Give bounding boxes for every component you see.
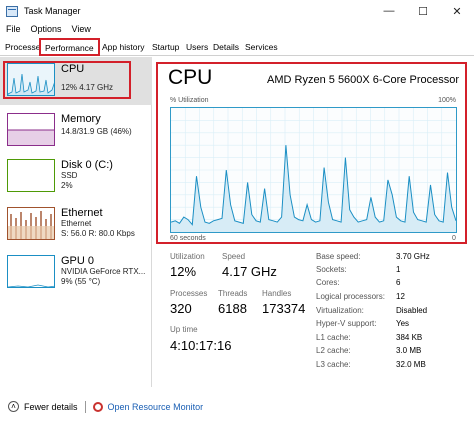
processes-label: Processes [170, 289, 208, 298]
resource-detail: 14.8/31.9 GB (46%) [61, 127, 132, 136]
resource-item-ethernet[interactable]: Ethernet Ethernet S: 56.0 R: 80.0 Kbps [0, 201, 152, 249]
maximize-button[interactable]: ☐ [406, 0, 440, 22]
resource-item-disk[interactable]: Disk 0 (C:) SSD 2% [0, 153, 152, 201]
tab-services[interactable]: Services [243, 40, 280, 54]
spec-label: Base speed: [316, 252, 361, 261]
menu-view[interactable]: View [72, 24, 91, 34]
cpu-model-name: AMD Ryzen 5 5600X 6-Core Processor [267, 74, 459, 86]
spec-value: 1 [396, 265, 401, 274]
spec-value: 6 [396, 278, 401, 287]
chevron-up-icon[interactable]: ˄ [8, 401, 19, 412]
handles-label: Handles [262, 289, 292, 298]
spec-label: Logical processors: [316, 292, 385, 301]
resource-detail-2: 9% (55 °C) [61, 277, 101, 286]
spec-label: Virtualization: [316, 306, 364, 315]
resource-item-gpu[interactable]: GPU 0 NVIDIA GeForce RTX... 9% (55 °C) [0, 249, 152, 297]
y-axis-max-label: 100% [438, 97, 456, 104]
tab-bar: Processe Performance App history Startup… [0, 38, 474, 56]
minimize-button[interactable]: — [372, 0, 406, 22]
footer-divider [84, 400, 86, 413]
speed-label: Speed [222, 252, 246, 261]
disk-thumbnail-graph [7, 159, 55, 192]
uptime-label: Up time [170, 325, 198, 334]
utilization-value: 12% [170, 264, 197, 279]
speed-value: 4.17 GHz [222, 264, 277, 279]
resource-detail-2: 2% [61, 181, 73, 190]
spec-label: Hyper-V support: [316, 319, 377, 328]
spec-value: Yes [396, 319, 410, 328]
memory-thumbnail-graph [7, 113, 55, 146]
resource-name: CPU [61, 63, 85, 75]
ethernet-thumbnail-graph [7, 207, 55, 240]
handles-value: 173374 [262, 301, 306, 316]
close-button[interactable]: ✕ [440, 0, 474, 22]
threads-value: 6188 [218, 301, 247, 316]
menu-options[interactable]: Options [31, 24, 62, 34]
spec-value: 32.0 MB [396, 360, 426, 369]
x-axis-left-label: 60 seconds [170, 235, 206, 242]
gpu-thumbnail-graph [7, 255, 55, 288]
cpu-thumbnail-graph [7, 63, 55, 96]
resource-detail-2: S: 56.0 R: 80.0 Kbps [61, 229, 135, 238]
x-axis-right-label: 0 [452, 235, 456, 242]
utilization-label: Utilization [170, 252, 205, 261]
resource-detail: Ethernet [61, 219, 92, 228]
resource-item-cpu[interactable]: CPU 12% 4.17 GHz [0, 57, 152, 105]
spec-value: 384 KB [396, 333, 423, 342]
y-axis-label: % Utilization [170, 97, 209, 104]
processes-value: 320 [170, 301, 192, 316]
spec-label: L3 cache: [316, 360, 351, 369]
spec-value: 3.70 GHz [396, 252, 430, 261]
spec-label: L2 cache: [316, 346, 351, 355]
spec-label: Cores: [316, 278, 340, 287]
resource-detail: SSD [61, 171, 78, 180]
resource-name: GPU 0 [61, 255, 95, 267]
tab-performance[interactable]: Performance [39, 38, 100, 56]
tab-users[interactable]: Users [184, 40, 210, 54]
fewer-details-link[interactable]: Fewer details [24, 402, 78, 412]
uptime-value: 4:10:17:16 [170, 338, 232, 353]
resource-list: CPU 12% 4.17 GHz Memory 14.8/31.9 GB (46… [0, 57, 152, 387]
spec-value: 12 [396, 292, 405, 301]
tab-startup[interactable]: Startup [150, 40, 181, 54]
menu-bar: File Options View [0, 22, 101, 36]
spec-label: L1 cache: [316, 333, 351, 342]
resource-name: Disk 0 (C:) [61, 159, 113, 171]
cpu-utilization-graph [170, 107, 457, 233]
task-manager-icon [6, 5, 18, 17]
resource-name: Ethernet [61, 207, 103, 219]
title-bar: Task Manager — ☐ ✕ [0, 0, 474, 22]
tab-details[interactable]: Details [211, 40, 241, 54]
footer-bar: ˄ Fewer details Open Resource Monitor [0, 392, 474, 421]
resource-item-memory[interactable]: Memory 14.8/31.9 GB (46%) [0, 107, 152, 155]
resource-detail: 12% 4.17 GHz [61, 83, 114, 92]
spec-value: Disabled [396, 306, 428, 315]
tab-processes[interactable]: Processe [3, 40, 42, 54]
resource-detail: NVIDIA GeForce RTX... [61, 267, 146, 276]
resource-name: Memory [61, 113, 101, 125]
spec-label: Sockets: [316, 265, 347, 274]
page-title: CPU [168, 66, 213, 89]
window-title: Task Manager [24, 6, 81, 16]
threads-label: Threads [218, 289, 248, 298]
resource-monitor-icon[interactable] [92, 401, 103, 412]
spec-value: 3.0 MB [396, 346, 422, 355]
tab-app-history[interactable]: App history [100, 40, 147, 54]
open-resource-monitor-link[interactable]: Open Resource Monitor [108, 402, 204, 412]
menu-file[interactable]: File [6, 24, 21, 34]
